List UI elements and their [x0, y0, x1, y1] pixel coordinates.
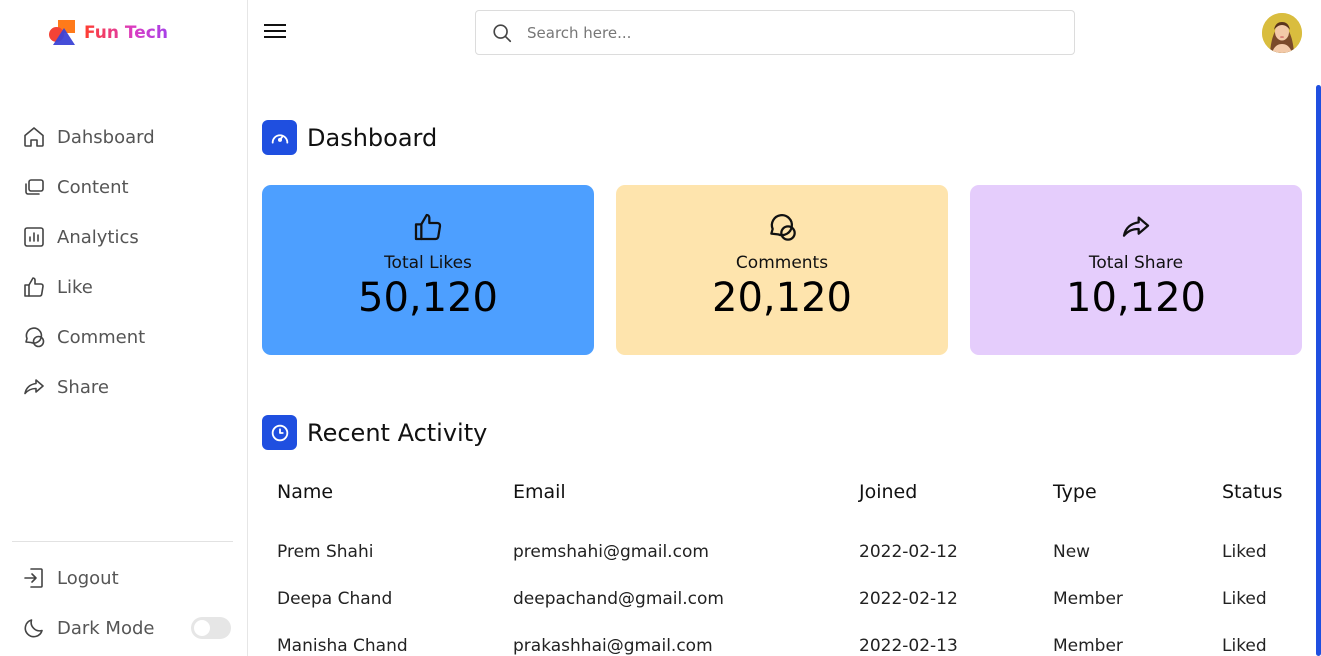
sidebar-item-label: Dahsboard — [57, 126, 155, 148]
sidebar-item-analytics[interactable]: Analytics — [22, 212, 155, 262]
sidebar-bottom: Logout Dark Mode — [22, 553, 154, 653]
table-cell-name: Deepa Chand — [277, 588, 393, 609]
table-header-row: Name Email Joined Type Status — [277, 481, 1312, 509]
sidebar-item-share[interactable]: Share — [22, 362, 155, 412]
stat-value: 50,120 — [358, 275, 498, 321]
dark-mode-label: Dark Mode — [57, 617, 155, 639]
sidebar-item-label: Comment — [57, 326, 146, 348]
sidebar-item-label: Share — [57, 376, 109, 398]
share-icon — [24, 379, 44, 395]
table-cell-type: New — [1053, 541, 1091, 562]
stat-value: 10,120 — [1066, 275, 1206, 321]
user-avatar-icon — [1262, 13, 1302, 53]
table-cell-status: Liked — [1222, 635, 1267, 656]
stat-card-shares: Total Share 10,120 — [970, 185, 1302, 355]
table-cell-type: Member — [1053, 588, 1123, 609]
brand-name: Fun Tech — [84, 23, 168, 43]
logout-button[interactable]: Logout — [22, 553, 154, 603]
logout-label: Logout — [57, 567, 119, 589]
table-row[interactable]: Deepa Chand deepachand@gmail.com 2022-02… — [277, 575, 1312, 622]
table-cell-joined: 2022-02-12 — [859, 541, 958, 562]
gauge-icon — [262, 120, 297, 155]
logo-mark-icon — [49, 19, 79, 47]
menu-button[interactable] — [264, 24, 286, 40]
sidebar-divider — [12, 541, 233, 542]
table-cell-type: Member — [1053, 635, 1123, 656]
stat-label: Total Likes — [384, 253, 472, 273]
comment-icon — [25, 327, 45, 348]
analytics-icon — [24, 227, 44, 247]
share-icon — [1122, 216, 1150, 237]
table-cell-name: Manisha Chand — [277, 635, 408, 656]
thumbs-up-icon — [24, 277, 44, 297]
thumbs-up-icon — [414, 213, 442, 241]
stat-card-likes: Total Likes 50,120 — [262, 185, 594, 355]
moon-icon — [24, 619, 43, 638]
dashboard-heading: Dashboard — [262, 120, 437, 155]
sidebar-item-dashboard[interactable]: Dahsboard — [22, 112, 155, 162]
table-cell-name: Prem Shahi — [277, 541, 374, 562]
table-cell-email: deepachand@gmail.com — [513, 588, 724, 609]
dark-mode-toggle[interactable] — [191, 617, 231, 639]
page-title: Dashboard — [307, 123, 438, 152]
column-header[interactable]: Status — [1222, 481, 1312, 503]
avatar[interactable] — [1262, 13, 1302, 53]
table-cell-email: premshahi@gmail.com — [513, 541, 709, 562]
sidebar-item-comment[interactable]: Comment — [22, 312, 155, 362]
dark-mode-row: Dark Mode — [22, 603, 154, 653]
search-input[interactable] — [527, 23, 1047, 42]
table-cell-email: prakashhai@gmail.com — [513, 635, 713, 656]
sidebar-item-like[interactable]: Like — [22, 262, 155, 312]
table-cell-joined: 2022-02-12 — [859, 588, 958, 609]
section-title: Recent Activity — [307, 418, 488, 447]
stat-value: 20,120 — [712, 275, 852, 321]
column-header[interactable]: Email — [513, 481, 859, 503]
search-icon — [493, 23, 512, 42]
table-cell-joined: 2022-02-13 — [859, 635, 958, 656]
column-header[interactable]: Name — [277, 481, 513, 503]
sidebar-item-content[interactable]: Content — [22, 162, 155, 212]
table-cell-status: Liked — [1222, 541, 1267, 562]
content-icon — [25, 179, 44, 195]
sidebar-item-label: Content — [57, 176, 129, 198]
table-row[interactable]: Manisha Chand prakashhai@gmail.com 2022-… — [277, 622, 1312, 656]
column-header[interactable]: Type — [1053, 481, 1222, 503]
comment-icon — [770, 214, 796, 241]
search-bar — [475, 10, 1075, 55]
stat-label: Comments — [735, 253, 829, 273]
sidebar-nav: Dahsboard Content Analytics Like Comment… — [22, 112, 155, 412]
toggle-knob — [194, 620, 210, 636]
sidebar-item-label: Like — [57, 276, 93, 298]
sidebar: Fun Tech Dahsboard Content Analytics Lik… — [0, 0, 248, 656]
home-icon — [24, 127, 44, 147]
table-cell-status: Liked — [1222, 588, 1267, 609]
column-header[interactable]: Joined — [859, 481, 1053, 503]
stat-label: Total Share — [1088, 253, 1184, 273]
brand-logo[interactable]: Fun Tech — [49, 19, 168, 47]
sidebar-item-label: Analytics — [57, 226, 139, 248]
table-row[interactable]: Prem Shahi premshahi@gmail.com 2022-02-1… — [277, 528, 1312, 575]
clock-icon — [262, 415, 297, 450]
activity-table: Name Email Joined Type Status Prem Shahi… — [277, 481, 1312, 656]
logout-icon — [24, 568, 43, 588]
page-scrollbar[interactable] — [1316, 85, 1321, 656]
recent-activity-heading: Recent Activity — [262, 415, 487, 450]
stat-card-comments: Comments 20,120 — [616, 185, 948, 355]
